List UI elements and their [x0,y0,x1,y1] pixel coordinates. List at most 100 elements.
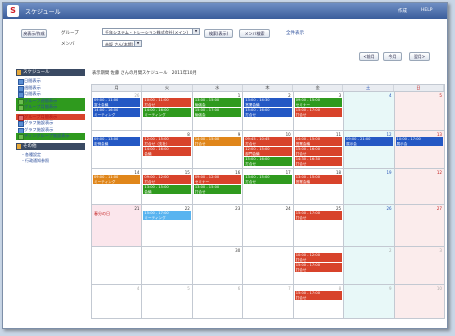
day-cell[interactable] [243,247,294,285]
calendar-event[interactable]: 10:00 - 12:00 打合せ [294,253,343,262]
calendar-event[interactable]: 09:00 - 12:00 セミナー [193,175,242,184]
day-number[interactable]: 21 [134,206,139,211]
day-number[interactable]: 19 [386,170,391,175]
day-cell[interactable]: 3 09:00 - 15:00 セミナー 15:00 - 17:00 打合せ [293,92,345,131]
calendar-event[interactable]: 12:00 - 15:00 打合せ（支社） [143,137,191,146]
day-number[interactable]: 6 [238,286,241,291]
day-cell[interactable]: 12 09:00 - 21:00 展示会 [344,131,395,169]
calendar-event[interactable]: 15:00 - 17:00 打合せ [294,291,343,300]
day-cell[interactable]: 14 09:00 - 11:00 ミーティング [92,169,143,205]
calendar-event[interactable]: 12:00 - 15:00 部門会議 [244,147,292,156]
calendar-event[interactable]: 15:00 - 16:00 打合せ [244,157,292,166]
day-cell[interactable]: 13 10:00 - 17:00 展示会 [394,131,445,169]
day-cell[interactable] [92,247,143,285]
day-number[interactable]: 5 [187,286,190,291]
day-cell[interactable]: 25 15:00 - 17:00 打合せ [293,205,345,247]
day-cell[interactable]: 24 [243,205,294,247]
calendar-event[interactable]: 09:00 - 12:00 打合せ [143,175,191,184]
calendar-event[interactable]: 13:00 - 15:00 会議 [143,185,191,194]
notice-link[interactable]: ・行政通知参照 [16,158,85,164]
calendar-event[interactable]: 14:00 - 15:00 打合せ [193,137,242,146]
day-cell[interactable]: 3 [394,247,445,285]
day-cell[interactable]: 23 [192,205,244,247]
display-create-button[interactable]: 戻表示/作成 [21,29,47,38]
day-cell[interactable]: 6 [192,285,244,319]
day-cell[interactable]: 18 13:00 - 15:00 営業会議 [293,169,345,205]
day-number[interactable]: 5 [439,93,442,98]
day-number[interactable]: 2 [389,248,392,253]
sidebar-view-item-4[interactable]: グループ月間表示 [16,104,85,111]
prev-month-button[interactable]: <前月 [359,52,379,61]
calendar-event[interactable]: 09:00 - 11:00 ミーティング [93,175,141,184]
day-cell[interactable]: 16 09:00 - 12:00 セミナー 13:00 - 15:00 打合せ [192,169,244,205]
calendar-event[interactable]: 14:00 - 16:00 ミーティング [93,108,141,117]
calendar-event[interactable]: 13:00 - 15:00 営業会議 [294,175,343,184]
day-cell[interactable]: 10:00 - 11:00 打合せ 14:00 - 16:00 ミーティング [142,92,193,131]
day-cell[interactable]: 15 09:00 - 12:00 打合せ 13:00 - 15:00 会議 [142,169,193,205]
day-number[interactable]: 10 [437,286,442,291]
sidebar-group-item-3[interactable]: ディングループ施設表示 [16,133,85,140]
day-number[interactable]: 4 [389,93,392,98]
day-cell[interactable] [142,247,193,285]
calendar-event[interactable]: 15:00 - 17:00 打合せ [294,211,343,220]
day-number[interactable]: 24 [286,206,291,211]
day-cell[interactable]: 4 [344,92,395,131]
day-cell[interactable]: 5 [142,285,193,319]
day-cell[interactable]: 19 [344,169,395,205]
calendar-event[interactable]: 15:00 - 17:00 打合せ [294,263,343,272]
day-cell[interactable]: 27 [394,205,445,247]
day-number[interactable]: 7 [288,286,291,291]
day-cell[interactable]: 9 [344,285,395,319]
day-cell[interactable]: 2 13:00 - 14:30 営業会議 15:00 - 16:00 打合せ [243,92,294,131]
day-cell[interactable]: 8 12:00 - 15:00 打合せ（支社） 14:00 - 16:00 会議 [142,131,193,169]
day-cell[interactable]: 10 09:45 - 10:45 打合せ 12:00 - 15:00 部門会議 15:00… [243,131,294,169]
day-number[interactable]: 23 [235,206,240,211]
config-link[interactable]: 作成 [398,8,407,14]
calendar-event[interactable]: 09:00 - 15:00 セミナー [294,98,343,107]
day-number[interactable]: 9 [389,286,392,291]
day-cell[interactable]: 9 14:00 - 15:00 打合せ [192,131,244,169]
calendar-event[interactable]: 14:00 - 16:00 会議 [143,147,191,156]
day-cell[interactable]: 22 15:00 - 17:00 ミーティング [142,205,193,247]
day-cell[interactable]: 8 15:00 - 17:00 打合せ [293,285,345,319]
day-cell[interactable]: 09:00 - 13:00 定例会議 [92,131,143,169]
calendar-event[interactable]: 15:00 - 17:00 打合せ [294,108,343,117]
day-cell[interactable]: 17 13:00 - 15:00 打合せ [243,169,294,205]
day-cell[interactable]: 1 13:00 - 15:00 勉強会 15:00 - 17:00 勉強会 [192,92,244,131]
day-cell[interactable]: 21 春分の日 [92,205,143,247]
day-number[interactable]: 26 [386,206,391,211]
calendar-event[interactable]: 13:00 - 15:00 打合せ [193,185,242,194]
group-select[interactable]: 千年システム・トレーション株式会社(メイン) ▼ [102,28,200,35]
day-number[interactable]: 3 [439,248,442,253]
calendar-event[interactable]: 10:00 - 11:00 打合せ [143,98,191,107]
group-search-button[interactable]: 検索(表示) [204,29,233,38]
day-cell[interactable]: 10:00 - 12:00 打合せ 15:00 - 17:00 打合せ [293,247,345,285]
calendar-event[interactable]: 09:45 - 10:45 打合せ [244,137,292,146]
calendar-event[interactable]: 15:00 - 17:00 勉強会 [193,108,242,117]
day-number[interactable]: 12 [437,170,442,175]
calendar-event[interactable]: 10:00 - 17:00 展示会 [395,137,443,146]
calendar-event[interactable]: 13:00 - 15:00 打合せ [244,175,292,184]
member-search-button[interactable]: メンバ検索 [239,29,270,38]
this-month-button[interactable]: 今月 [383,52,402,61]
day-number[interactable]: 27 [437,206,442,211]
day-cell[interactable]: 2 [344,247,395,285]
day-cell[interactable]: 30 [192,247,244,285]
calendar-event[interactable]: 09:00 - 11:00 富士会議 [93,98,141,107]
calendar-event[interactable]: 13:00 - 14:30 営業会議 [244,98,292,107]
calendar-event[interactable]: 14:30 - 16:30 打合せ [294,157,343,166]
show-all-link[interactable]: 全件表示 [286,30,304,36]
calendar-event[interactable]: 15:00 - 16:00 打合せ [244,108,292,117]
day-number[interactable]: 30 [235,248,240,253]
day-cell[interactable]: 12 [394,169,445,205]
day-cell[interactable]: 26 [344,205,395,247]
calendar-event[interactable]: 09:00 - 21:00 展示会 [345,137,393,146]
member-select[interactable]: 赤坂 さん(本館) ▼ [102,40,142,47]
day-number[interactable]: 4 [137,286,140,291]
calendar-event[interactable]: 15:00 - 16:00 打合せ [294,147,343,156]
day-cell[interactable]: 5 [394,92,445,131]
day-cell[interactable]: 26 09:00 - 11:00 富士会議 14:00 - 16:00 ミーティング [92,92,143,131]
day-cell[interactable]: 7 [243,285,294,319]
next-month-button[interactable]: 翌月> [409,52,430,61]
help-link[interactable]: HELP [421,8,432,13]
